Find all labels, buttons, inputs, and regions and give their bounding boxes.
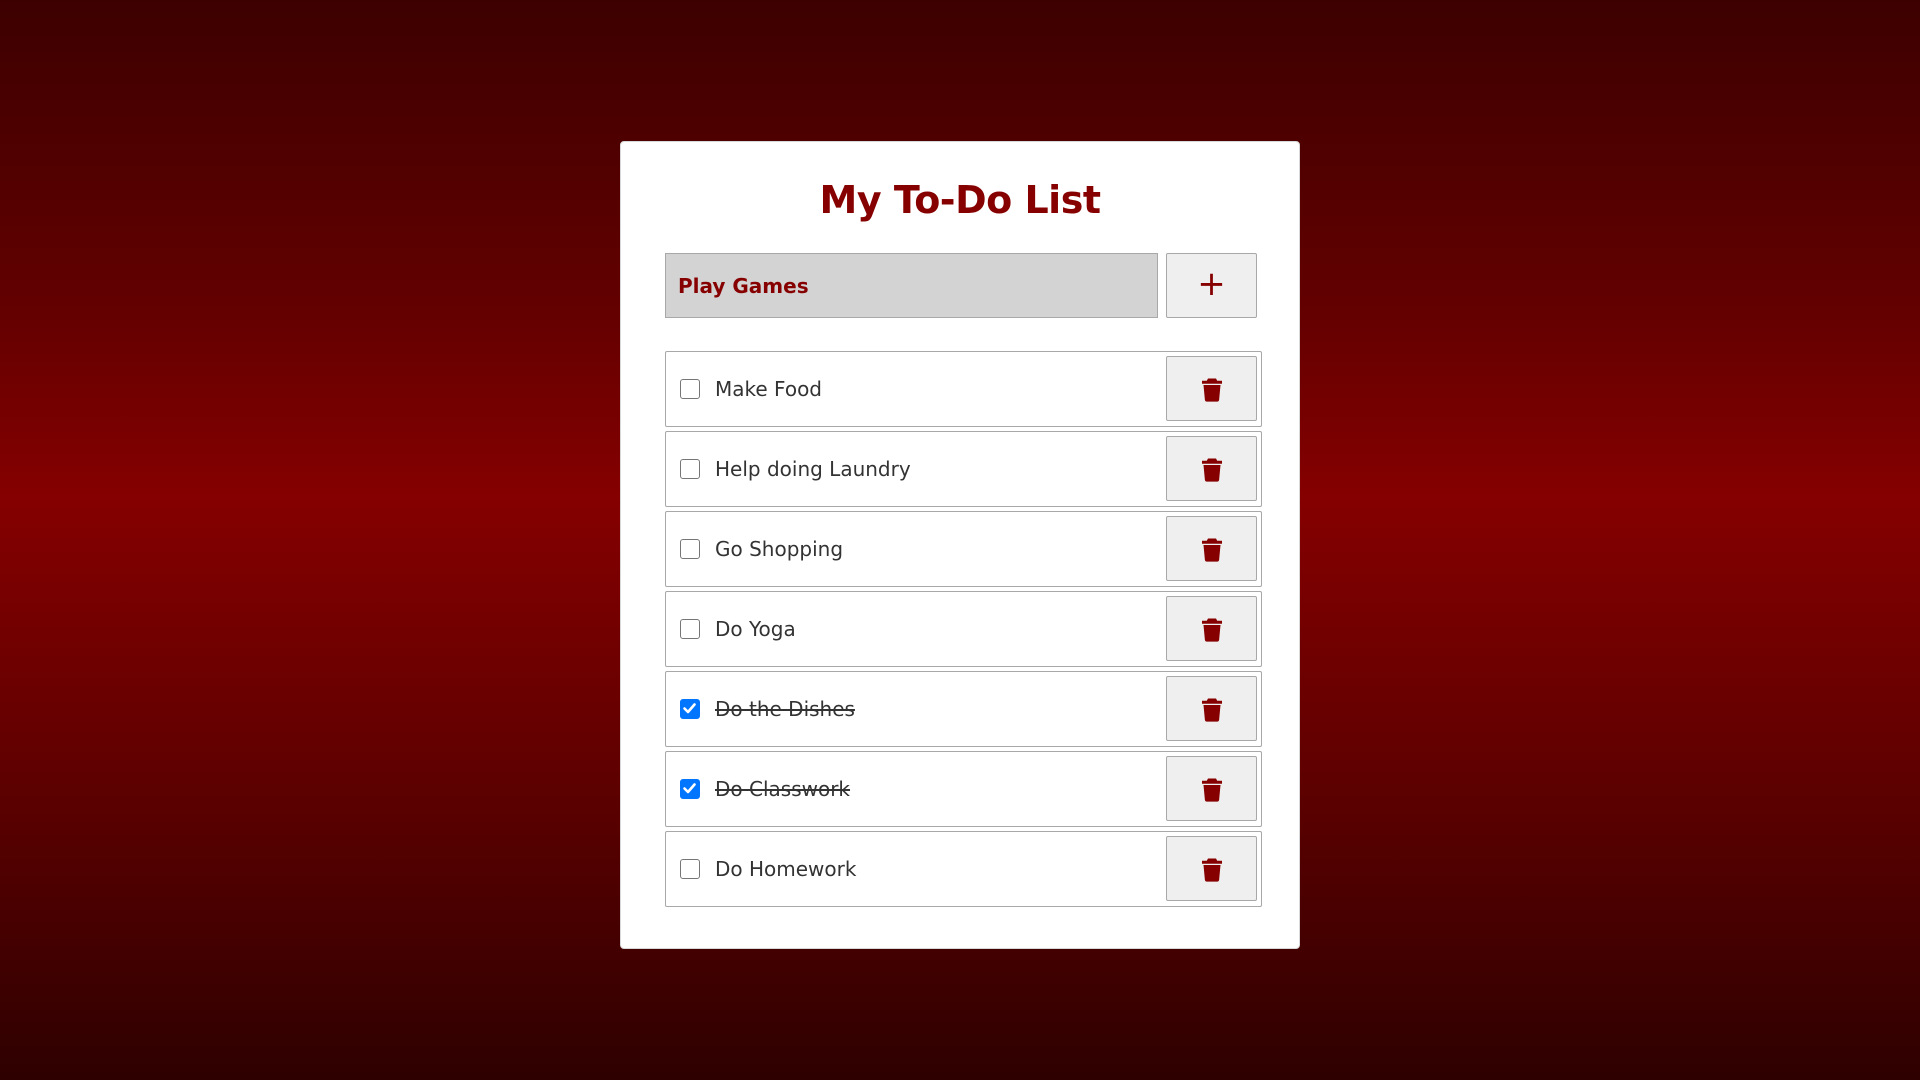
trash-icon [1202,858,1222,882]
todo-label: Do the Dishes [715,697,855,721]
trash-icon [1202,618,1222,642]
new-task-row: + [665,253,1257,318]
todo-card: My To-Do List + Make Food Help doing Lau… [620,141,1300,949]
page-title: My To-Do List [819,178,1101,222]
todo-list: Make Food Help doing Laundry Go Shopping [665,351,1262,911]
todo-label: Do Homework [715,857,857,881]
todo-item: Do Classwork [665,751,1262,827]
checkmark-icon [683,703,696,714]
delete-task-button[interactable] [1166,676,1257,741]
todo-label: Do Classwork [715,777,851,801]
delete-task-button[interactable] [1166,596,1257,661]
delete-task-button[interactable] [1166,836,1257,901]
todo-item: Go Shopping [665,511,1262,587]
trash-icon [1202,698,1222,722]
add-task-button[interactable]: + [1166,253,1257,318]
trash-icon [1202,458,1222,482]
todo-item: Do Yoga [665,591,1262,667]
todo-checkbox[interactable] [680,619,700,639]
todo-checkbox[interactable] [680,459,700,479]
todo-checkbox[interactable] [680,779,700,799]
trash-icon [1202,778,1222,802]
todo-label: Do Yoga [715,617,796,641]
todo-label: Make Food [715,377,823,401]
todo-checkbox[interactable] [680,379,700,399]
todo-label: Help doing Laundry [715,457,911,481]
todo-item: Do Homework [665,831,1262,907]
todo-checkbox[interactable] [680,699,700,719]
todo-item: Do the Dishes [665,671,1262,747]
delete-task-button[interactable] [1166,436,1257,501]
delete-task-button[interactable] [1166,756,1257,821]
todo-checkbox[interactable] [680,539,700,559]
todo-item: Help doing Laundry [665,431,1262,507]
checkmark-icon [683,783,696,794]
trash-icon [1202,538,1222,562]
trash-icon [1202,378,1222,402]
todo-label: Go Shopping [715,537,844,561]
new-task-input[interactable] [665,253,1158,318]
delete-task-button[interactable] [1166,356,1257,421]
plus-icon: + [1197,264,1226,304]
todo-checkbox[interactable] [680,859,700,879]
delete-task-button[interactable] [1166,516,1257,581]
todo-item: Make Food [665,351,1262,427]
